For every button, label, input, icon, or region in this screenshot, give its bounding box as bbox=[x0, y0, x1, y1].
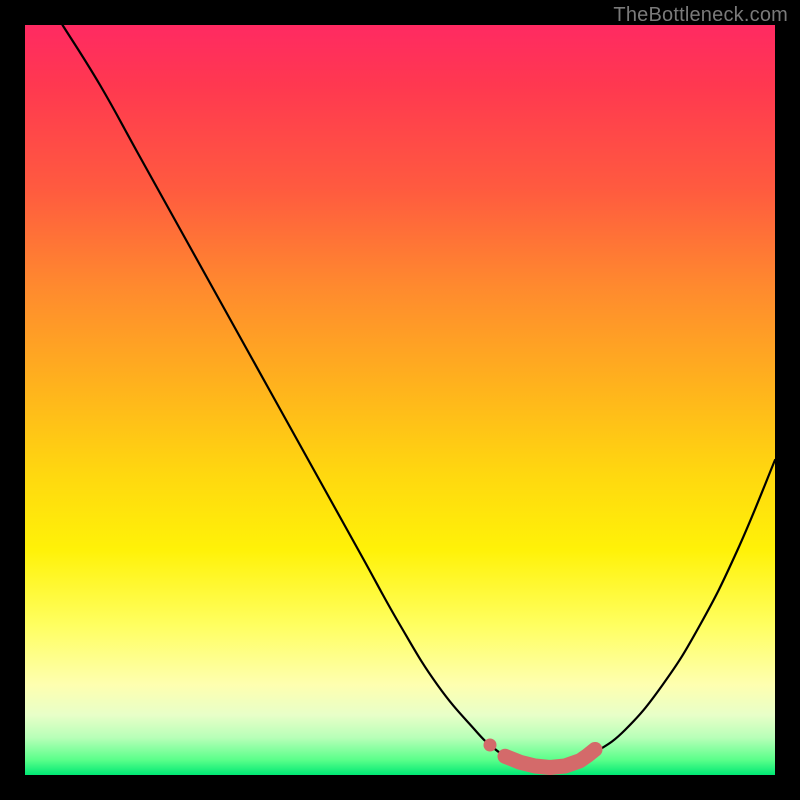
chart-svg bbox=[25, 25, 775, 775]
curve-marker bbox=[484, 739, 497, 752]
curve-marker-band bbox=[505, 750, 595, 768]
curve-line bbox=[63, 25, 776, 768]
watermark-text: TheBottleneck.com bbox=[613, 4, 788, 27]
plot-area bbox=[25, 25, 775, 775]
chart-stage: TheBottleneck.com bbox=[0, 0, 800, 800]
marker-layer bbox=[484, 739, 596, 768]
